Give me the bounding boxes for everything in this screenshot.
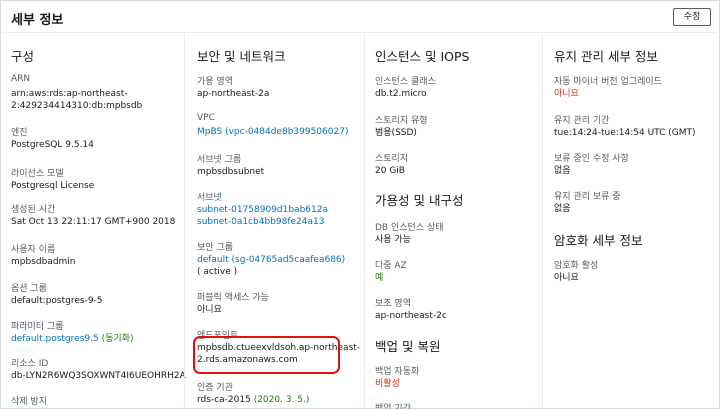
- public-access-label: 퍼블릭 액세스 가능: [197, 293, 269, 303]
- auto-backup-label: 백업 자동화: [375, 367, 420, 377]
- details-panel: 세부 정보 수정 구성 ARN arn:aws:rds:ap-northeast…: [0, 0, 720, 409]
- maintenance-window-value: tue:14:24-tue:14:54 UTC (GMT): [554, 128, 696, 138]
- panel-header: 세부 정보 수정: [1, 1, 720, 33]
- pending-modifications-label: 보류 중인 수정 사항: [554, 154, 629, 164]
- subnet-link-2[interactable]: subnet-0a1cb4bb98fe24a13: [197, 216, 324, 228]
- instance-class-value: db.t2.micro: [375, 89, 427, 99]
- az-value: ap-northeast-2a: [197, 89, 270, 99]
- security-group-label: 보안 그룹: [197, 243, 233, 253]
- instance-class-label: 인스턴스 클래스: [375, 77, 436, 87]
- security-group-status: ( active ): [197, 267, 238, 277]
- security-heading: 보안 및 네트워크: [197, 49, 286, 64]
- storage-type-label: 스토리지 유형: [375, 116, 428, 126]
- vpc-label: VPC: [197, 113, 215, 123]
- auto-backup-value: 비활성: [375, 379, 400, 389]
- maintenance-window-label: 유지 관리 기간: [554, 116, 610, 126]
- arn-value-line2: 2:429234414310:db:mpbsdb: [11, 101, 143, 111]
- license-label: 라이선스 모델: [11, 169, 64, 179]
- configuration-column: 구성 ARN arn:aws:rds:ap-northeast- 2:42923…: [1, 34, 186, 409]
- parameter-group-row: default.postgres9.5 (동기화): [11, 333, 133, 345]
- endpoint-highlight-box: [193, 336, 340, 374]
- secondary-zone-value: ap-northeast-2c: [375, 311, 447, 321]
- maintenance-heading: 유지 관리 세부 정보: [554, 49, 658, 64]
- resource-id-value: db-LYN2R6WQ3SOXWNT4I6UEOHRH2A: [11, 371, 186, 381]
- arn-value-line1: arn:aws:rds:ap-northeast-: [11, 89, 128, 99]
- minor-upgrade-label: 자동 마이너 버전 업그레이드: [554, 77, 662, 87]
- option-group-value: default:postgres-9-5: [11, 296, 103, 306]
- db-status-value: 사용 가능: [375, 235, 411, 245]
- option-group-label: 옵션 그룹: [11, 284, 47, 294]
- parameter-group-label: 파라미터 그룹: [11, 322, 64, 332]
- availability-heading: 가용성 및 내구성: [375, 193, 464, 208]
- instance-iops-column: 인스턴스 및 IOPS 인스턴스 클래스 db.t2.micro 스토리지 유형…: [364, 34, 542, 409]
- storage-type-value: 범용(SSD): [375, 128, 417, 138]
- created-label: 생성된 시간: [11, 205, 56, 215]
- backup-heading: 백업 및 복원: [375, 339, 441, 354]
- engine-value: PostgreSQL 9.5.14: [11, 140, 94, 150]
- secondary-zone-label: 보조 영역: [375, 299, 411, 309]
- db-status-label: DB 인스턴스 상태: [375, 223, 444, 233]
- arn-label: ARN: [11, 74, 31, 84]
- maintenance-column: 유지 관리 세부 정보 자동 마이너 버전 업그레이드 아니요 유지 관리 기간…: [542, 34, 720, 409]
- encryption-heading: 암호화 세부 정보: [554, 233, 643, 248]
- vpc-link[interactable]: MpBS (vpc-0484de8b399506027): [197, 126, 348, 138]
- storage-value: 20 GiB: [375, 166, 405, 176]
- engine-label: 엔진: [11, 128, 28, 138]
- storage-label: 스토리지: [375, 154, 409, 164]
- az-label: 가용 영역: [197, 77, 233, 87]
- security-group-link[interactable]: default (sg-04765ad5caafea686): [197, 254, 345, 266]
- pending-maintenance-value: 없음: [554, 204, 571, 214]
- ca-date: (2020. 3. 5.): [253, 395, 310, 405]
- multi-az-label: 다중 AZ: [375, 261, 407, 271]
- ca-label: 인증 기관: [197, 383, 233, 393]
- configuration-heading: 구성: [11, 49, 35, 64]
- public-access-value: 아니요: [197, 305, 222, 315]
- backup-period-label: 백업 기간: [375, 404, 411, 409]
- created-value: Sat Oct 13 22:11:17 GMT+900 2018: [11, 217, 176, 227]
- pending-maintenance-label: 유지 관리 보류 중: [554, 192, 621, 202]
- ca-row: rds-ca-2015 (2020. 3. 5.): [197, 394, 309, 406]
- multi-az-value: 예: [375, 273, 384, 283]
- license-value: Postgresql License: [11, 181, 95, 191]
- parameter-group-status: (동기화): [101, 334, 134, 344]
- instance-heading: 인스턴스 및 IOPS: [375, 49, 470, 64]
- panel-title: 세부 정보: [11, 13, 64, 28]
- subnets-label: 서브넷: [197, 193, 222, 203]
- deletion-protection-label: 삭제 방지: [11, 397, 47, 407]
- subnet-group-label: 서브넷 그룹: [197, 155, 242, 165]
- subnet-group-value: mpbsdbsubnet: [197, 167, 265, 177]
- parameter-group-link[interactable]: default.postgres9.5: [11, 334, 99, 344]
- edit-button[interactable]: 수정: [673, 8, 711, 26]
- encryption-label: 암호화 활성: [554, 261, 599, 271]
- minor-upgrade-value: 아니요: [554, 89, 579, 99]
- encryption-value: 아니요: [554, 273, 579, 283]
- pending-modifications-value: 없음: [554, 166, 571, 176]
- resource-id-label: 리소스 ID: [11, 359, 49, 369]
- subnet-link-1[interactable]: subnet-01758909d1bab612a: [197, 204, 328, 216]
- username-value: mpbsdbadmin: [11, 257, 76, 267]
- ca-value: rds-ca-2015: [197, 395, 251, 405]
- username-label: 사용자 이름: [11, 245, 56, 255]
